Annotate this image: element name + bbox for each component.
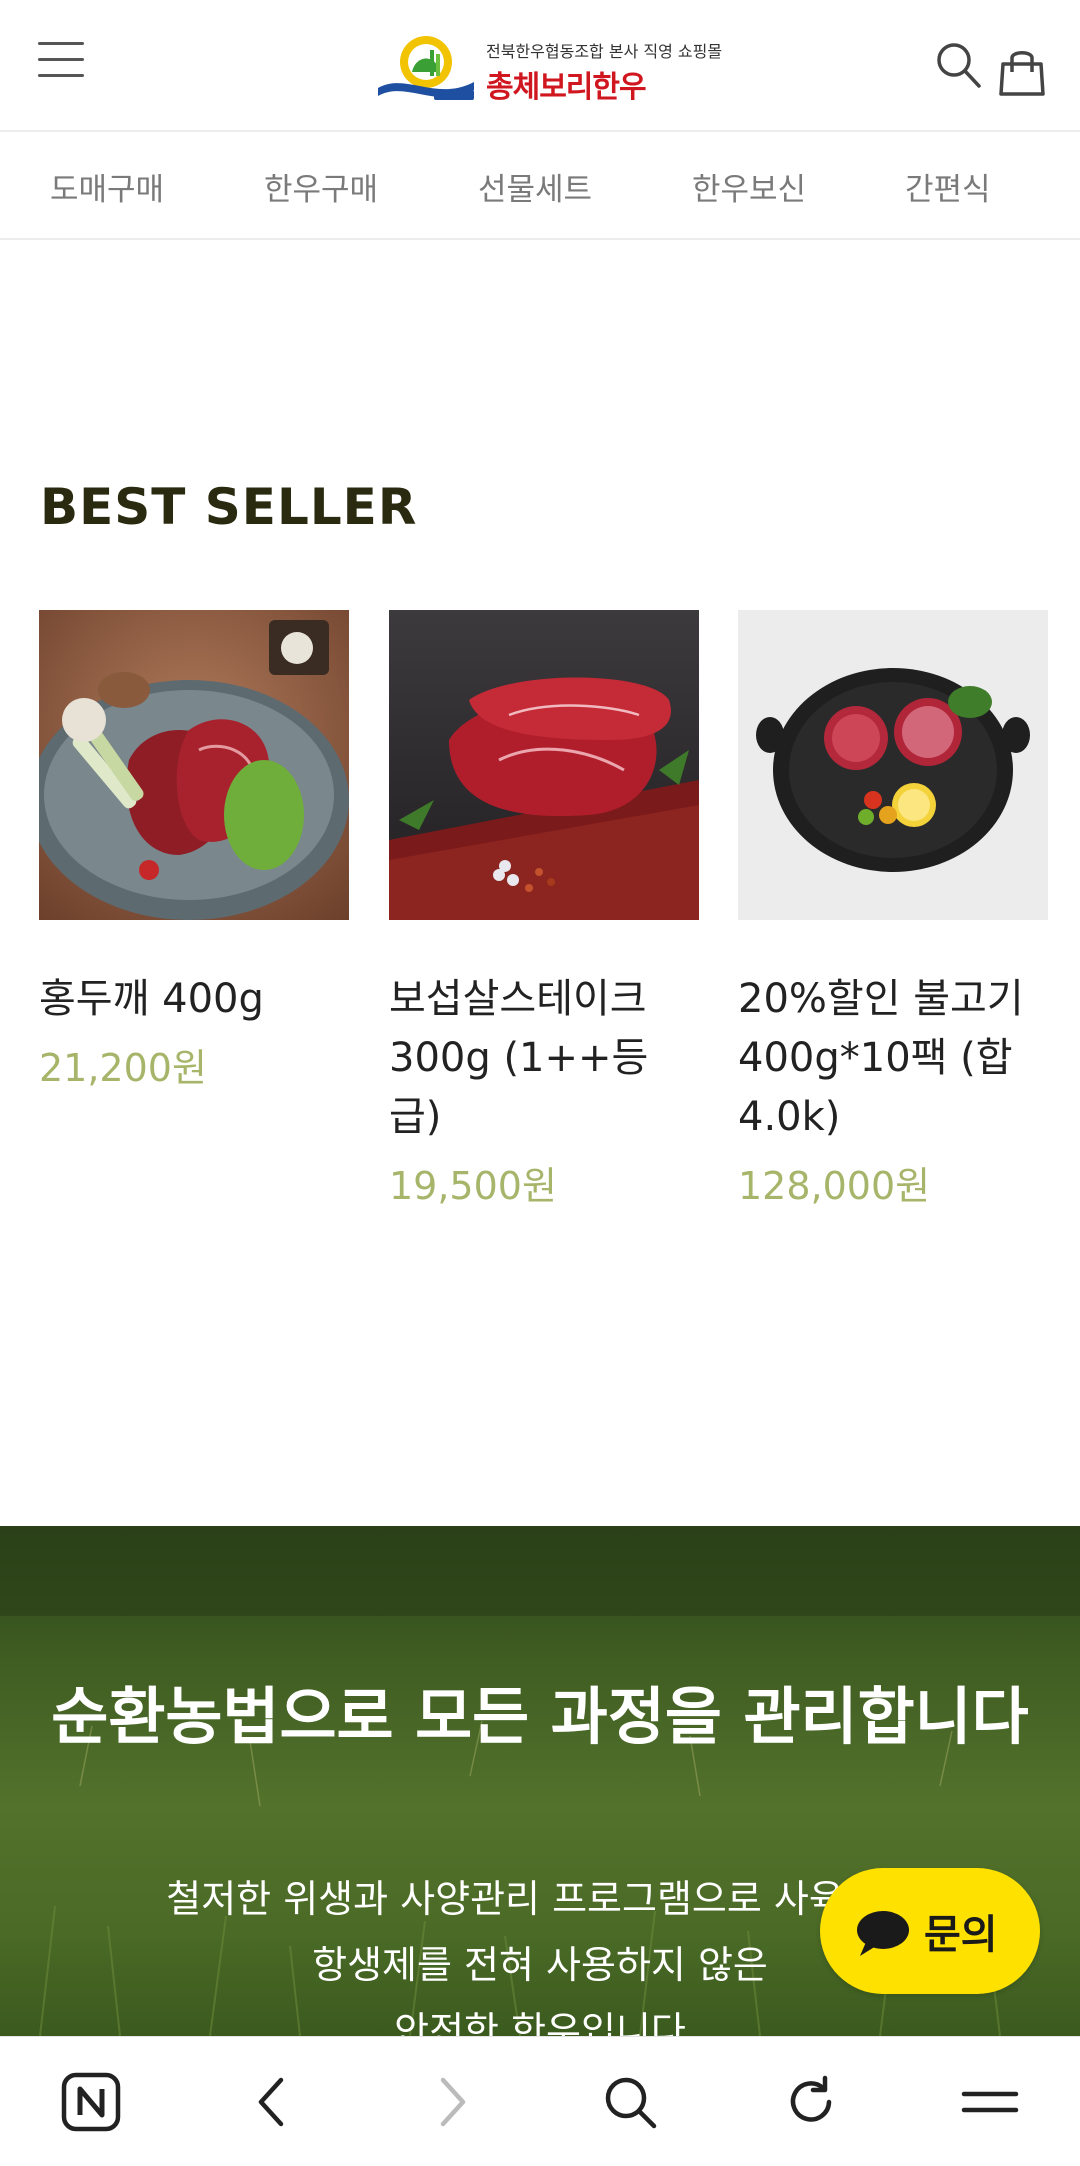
back-icon[interactable] — [236, 2067, 306, 2137]
refresh-icon[interactable] — [776, 2067, 846, 2137]
logo-brand-name: 총체보리한우 — [486, 70, 647, 105]
browser-bottom-bar — [0, 2036, 1080, 2166]
category-hanwoo[interactable]: 한우구매 — [264, 164, 378, 209]
product-price: 128,000원 — [738, 1164, 931, 1208]
speech-bubble-icon — [857, 1911, 909, 1956]
product-card[interactable]: 보섭살스테이크 300g (1++등급) 19,500원 — [389, 610, 699, 1210]
naver-home-icon[interactable] — [56, 2067, 126, 2137]
product-image[interactable] — [39, 610, 349, 920]
inquiry-chat-button[interactable]: 문의 — [820, 1868, 1040, 1994]
category-wholesale[interactable]: 도매구매 — [50, 164, 164, 209]
banner-title: 순환농법으로 모든 과정을 관리합니다 — [51, 1680, 1029, 1753]
logo-emblem-icon — [378, 36, 474, 100]
category-gift-set[interactable]: 선물세트 — [478, 164, 592, 209]
site-header: 전북한우협동조합 본사 직영 쇼핑몰 총체보리한우 — [0, 0, 1080, 132]
product-card[interactable]: 홍두깨 400g 21,200원 — [39, 610, 349, 1092]
product-price: 21,200원 — [39, 1046, 207, 1090]
category-health-food[interactable]: 한우보신 — [692, 164, 806, 209]
menu-icon[interactable] — [955, 2067, 1025, 2137]
product-name[interactable]: 홍두깨 400g — [39, 970, 349, 1029]
product-card[interactable]: 20%할인 불고기 400g*10팩 (합4.0k) 128,000원 — [738, 610, 1048, 1210]
category-nav: 도매구매 한우구매 선물세트 한우보신 간편식 — [0, 134, 1080, 240]
search-icon[interactable] — [934, 40, 982, 90]
best-seller-heading: BEST SELLER — [40, 478, 418, 536]
product-image[interactable] — [389, 610, 699, 920]
logo-tagline: 전북한우협동조합 본사 직영 쇼핑몰 — [486, 42, 723, 61]
product-image[interactable] — [738, 610, 1048, 920]
search-icon[interactable] — [595, 2067, 665, 2137]
forward-icon[interactable] — [418, 2067, 488, 2137]
product-name[interactable]: 보섭살스테이크 300g (1++등급) — [389, 970, 699, 1147]
category-convenience-food[interactable]: 간편식 — [905, 164, 991, 209]
banner-desc-line: 안전한 한우입니다 — [394, 2009, 686, 2036]
shopping-bag-icon[interactable] — [998, 46, 1046, 98]
chat-button-label: 문의 — [924, 1912, 998, 1958]
site-logo[interactable]: 전북한우협동조합 본사 직영 쇼핑몰 총체보리한우 — [376, 28, 722, 108]
product-price: 19,500원 — [389, 1164, 557, 1208]
product-name[interactable]: 20%할인 불고기 400g*10팩 (합4.0k) — [738, 970, 1048, 1147]
hamburger-menu-icon[interactable] — [38, 42, 84, 82]
